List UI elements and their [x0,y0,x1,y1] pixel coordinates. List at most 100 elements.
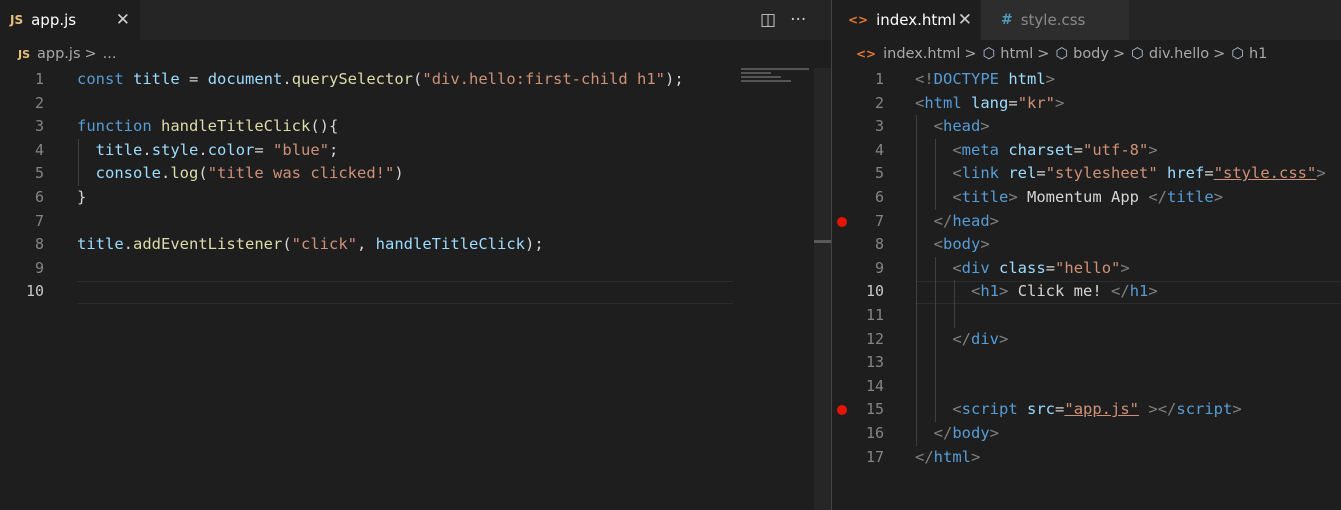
line-number[interactable]: 9 [14,257,44,281]
code-line[interactable]: <body> [915,233,990,257]
line-number[interactable]: 1 [854,68,884,92]
code-token: function [77,117,152,136]
javascript-file-icon: JS [10,13,24,27]
line-number[interactable]: 14 [854,375,884,399]
code-line[interactable]: <head> [915,115,990,139]
code-line[interactable]: <link rel="stylesheet" href="style.css"> [915,162,1325,186]
scrollbar-thumb[interactable] [814,240,831,243]
line-number[interactable]: 1 [14,68,44,92]
close-icon[interactable]: ✕ [116,0,130,40]
code-token: console [95,164,161,183]
code-editor[interactable]: 1 2 3 4 5 6 7 8 9 10 const title = document.queryS… [0,68,814,510]
line-number[interactable]: 7 [14,210,44,234]
tab-index-html[interactable]: <> index.html ✕ [832,0,980,40]
close-icon[interactable]: ✕ [958,0,972,40]
breadcrumb-label: body [1073,46,1109,62]
line-number[interactable]: 8 [14,233,44,257]
code-line[interactable]: <h1> Click me! </h1> [915,280,1158,304]
line-number[interactable]: 5 [14,162,44,186]
editor-actions: ◫ ··· [760,0,806,40]
html-file-icon: <> [856,47,877,61]
code-token: "click" [291,235,357,254]
line-number[interactable]: 4 [14,139,44,163]
code-line[interactable]: function handleTitleClick(){ [77,115,338,139]
code-line[interactable]: console.log("title was clicked!") [77,162,404,186]
line-number[interactable]: 3 [14,115,44,139]
code-editor[interactable]: 1 2 3 4 5 6 7 8 9 10 11 12 13 14 15 16 17 <!DOCTYPE html>… [832,68,1341,510]
line-number[interactable]: 11 [854,304,884,328]
line-number[interactable]: 12 [854,328,884,352]
breadcrumb-label: h1 [1248,46,1268,62]
breadcrumb-segment[interactable]: ⬡ div.hello [1131,46,1209,62]
line-number[interactable]: 8 [854,233,884,257]
more-actions-icon[interactable]: ··· [790,10,806,30]
code-token: "app.js" [1064,400,1140,419]
code-token: href [1167,164,1205,183]
breakpoint-icon[interactable] [837,405,847,416]
code-token: < [933,235,944,254]
code-token: > [1055,93,1065,112]
code-line[interactable]: <html lang="kr"> [915,92,1064,116]
code-line[interactable]: <meta charset="utf-8"> [915,139,1157,163]
breadcrumb-segment[interactable]: ⬡ body [1055,46,1109,62]
tab-style-css[interactable]: # style.css [981,0,1129,40]
line-number[interactable]: 2 [14,92,44,116]
line-number[interactable]: 16 [854,422,884,446]
line-number[interactable]: 10 [14,280,44,304]
code-token: log [170,164,199,183]
line-number[interactable]: 4 [854,139,884,163]
breadcrumb-file[interactable]: app.js [37,46,81,62]
breadcrumb: JS app.js > ... [18,43,117,65]
right-tab-bar: <> index.html ✕ # style.css [832,0,1341,40]
breadcrumb-rest[interactable]: ... [103,46,117,62]
code-token: = [1036,164,1046,183]
line-number[interactable]: 6 [14,186,44,210]
code-token: > [1232,400,1242,419]
line-number[interactable]: 13 [854,351,884,375]
breadcrumb-segment[interactable]: ⬡ html [983,46,1034,62]
code-line[interactable]: </html> [915,446,980,470]
code-line[interactable]: const title = document.querySelector("di… [77,68,684,92]
code-line[interactable]: </div> [915,328,1008,352]
code-line[interactable]: </head> [915,210,999,234]
code-token: rel [1008,164,1037,183]
line-number[interactable]: 6 [854,186,884,210]
breakpoint-icon[interactable] [837,216,847,227]
line-number[interactable]: 2 [854,92,884,116]
code-line[interactable]: <!DOCTYPE html> [915,68,1055,92]
line-number[interactable]: 9 [854,257,884,281]
line-number[interactable]: 17 [854,446,884,470]
code-line[interactable]: } [77,186,86,210]
breadcrumb-segment[interactable]: <> index.html [856,46,960,62]
tab-label: index.html [876,11,957,29]
line-number[interactable]: 3 [854,115,884,139]
element-cube-icon: ⬡ [1131,46,1144,62]
indent-guide [935,256,936,422]
code-line[interactable]: title.addEventListener("click", handleTi… [77,233,544,257]
split-editor-icon[interactable]: ◫ [760,10,776,30]
line-number[interactable]: 15 [854,398,884,422]
code-line[interactable]: </body> [915,422,999,446]
code-token: . [161,164,171,183]
code-line[interactable]: <div class="hello"> [915,257,1129,281]
vertical-scrollbar[interactable] [814,68,831,510]
code-line[interactable]: <script src="app.js" ></script> [915,398,1242,422]
code-token: link [961,164,999,183]
tab-app-js[interactable]: JS app.js ✕ [0,0,140,40]
code-line[interactable]: title.style.color= "blue"; [77,139,339,163]
code-token: < [952,188,962,206]
code-line[interactable]: <title> Momentum App </title> [915,186,1223,210]
code-token: > [971,447,981,466]
code-token: . [123,235,134,254]
chevron-right-icon: > [964,46,977,62]
chevron-right-icon: > [1112,46,1126,62]
element-cube-icon: ⬡ [1055,46,1069,62]
line-number[interactable]: 7 [854,210,884,234]
breadcrumb-segment[interactable]: ⬡ h1 [1231,46,1267,62]
line-number[interactable]: 5 [854,162,884,186]
code-token: html [1008,70,1046,88]
minimap[interactable] [741,68,811,88]
line-number[interactable]: 10 [854,280,884,304]
